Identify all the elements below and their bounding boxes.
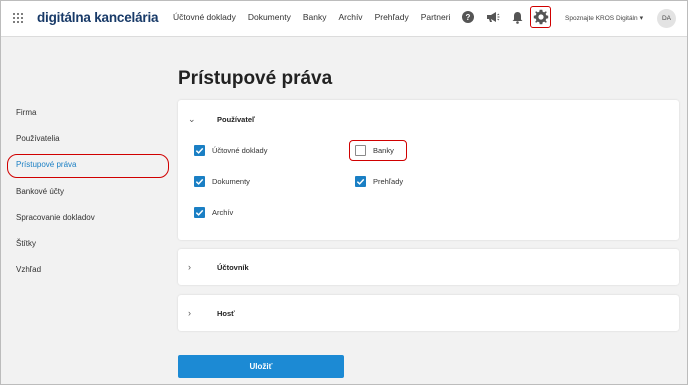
sidebar-item-pouzivatelia[interactable]: Používatelia (16, 134, 60, 143)
permission-uctovne-doklady[interactable]: Účtovné doklady (194, 145, 267, 156)
nav-item-uctovne-doklady[interactable]: Účtovné doklady (173, 12, 236, 22)
sidebar-item-bankove-ucty[interactable]: Bankové účty (16, 187, 64, 196)
avatar[interactable]: DA (657, 9, 676, 28)
permission-prehlady[interactable]: Prehľady (355, 176, 403, 187)
chevron-right-icon: › (188, 308, 191, 318)
top-header: digitálna kancelária Účtovné doklady Dok… (0, 0, 688, 37)
checkbox[interactable] (194, 145, 205, 156)
app-logo[interactable]: digitálna kancelária (37, 10, 159, 25)
nav-item-prehlady[interactable]: Prehľady (375, 12, 409, 22)
sidebar-highlight-annotation (7, 154, 169, 178)
section-pouzivatel: ⌄ Používateľ (178, 100, 679, 240)
nav-item-partneri[interactable]: Partneri (421, 12, 451, 22)
checkmark-icon (356, 178, 365, 185)
user-menu-label: Spoznajte KROS Digitáln (565, 14, 638, 22)
permission-label: Dokumenty (212, 177, 250, 186)
section-title: Používateľ (217, 115, 255, 124)
permission-label: Archív (212, 208, 234, 217)
nav-item-dokumenty[interactable]: Dokumenty (248, 12, 291, 22)
section-uctovnik[interactable]: › Účtovník (178, 249, 679, 285)
sidebar-item-vzhlad[interactable]: Vzhľad (16, 265, 41, 274)
section-host[interactable]: › Hosť (178, 295, 679, 331)
save-button[interactable]: Uložiť (178, 355, 344, 378)
section-title: Hosť (217, 308, 235, 318)
chevron-down-icon: ⌄ (188, 114, 196, 124)
banky-highlight-annotation (349, 140, 407, 161)
megaphone-icon[interactable] (486, 10, 500, 24)
sidebar-item-spracovanie-dokladov[interactable]: Spracovanie dokladov (16, 213, 95, 222)
section-host-header: › Hosť (188, 295, 235, 331)
checkmark-icon (195, 178, 204, 185)
section-title: Účtovník (217, 262, 249, 272)
chevron-down-icon: ▾ (639, 15, 644, 22)
main-nav: Účtovné doklady Dokumenty Banky Archív P… (173, 12, 462, 22)
page-title: Prístupové práva (178, 68, 333, 89)
checkmark-icon (195, 209, 204, 216)
permission-label: Prehľady (373, 177, 404, 186)
sidebar-item-stitky[interactable]: Štítky (16, 239, 36, 248)
permission-label: Účtovné doklady (212, 146, 268, 155)
help-icon[interactable]: ? (461, 10, 475, 24)
checkmark-icon (195, 147, 204, 154)
nav-item-archiv[interactable]: Archív (338, 12, 362, 22)
checkbox[interactable] (194, 176, 205, 187)
chevron-right-icon: › (188, 262, 191, 272)
checkbox[interactable] (194, 207, 205, 218)
section-uctovnik-header: › Účtovník (188, 249, 249, 285)
section-pouzivatel-header[interactable]: ⌄ Používateľ (188, 114, 255, 125)
bell-icon[interactable] (510, 10, 524, 24)
user-menu[interactable]: Spoznajte KROS Digitáln ▾ (565, 14, 644, 23)
checkbox[interactable] (355, 176, 366, 187)
permission-archiv[interactable]: Archív (194, 207, 233, 218)
permission-dokumenty[interactable]: Dokumenty (194, 176, 250, 187)
gear-highlight-annotation (530, 6, 551, 28)
apps-icon[interactable] (13, 13, 23, 23)
sidebar-item-firma[interactable]: Firma (16, 108, 36, 117)
nav-item-banky[interactable]: Banky (303, 12, 327, 22)
